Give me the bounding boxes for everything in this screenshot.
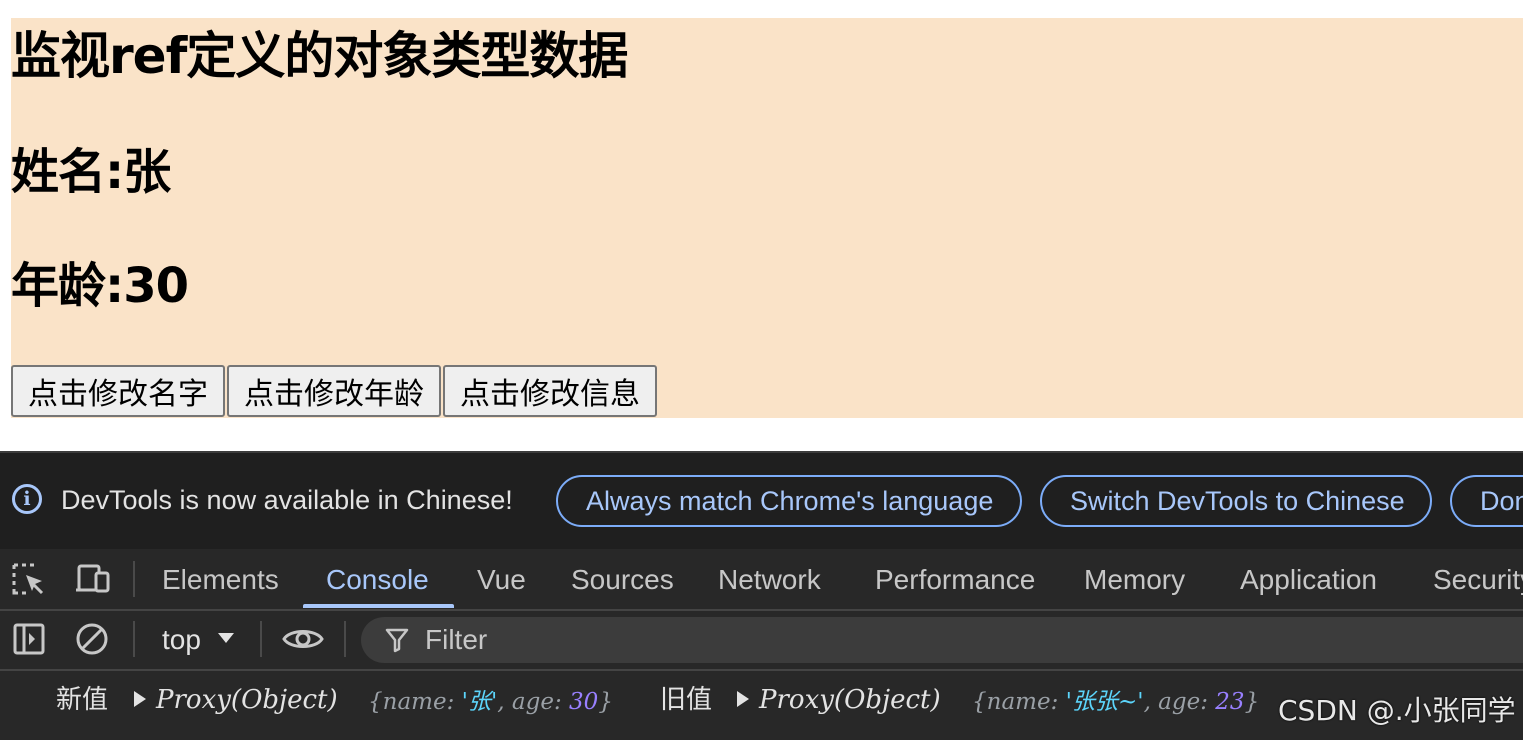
change-name-button[interactable]: 点击修改名字 bbox=[11, 365, 225, 417]
new-value-label: 新值 bbox=[56, 685, 109, 715]
page-title: 监视ref定义的对象类型数据 bbox=[11, 27, 628, 85]
tab-security[interactable]: Security bbox=[1433, 561, 1523, 599]
toolbar-divider bbox=[260, 621, 262, 657]
dont-show-again-button[interactable]: Don bbox=[1450, 475, 1523, 527]
tab-performance[interactable]: Performance bbox=[875, 561, 1035, 599]
eye-icon[interactable] bbox=[282, 623, 324, 655]
switch-to-chinese-button[interactable]: Switch DevTools to Chinese bbox=[1040, 475, 1432, 527]
old-value-preview: {name: '张张~', age: 23} bbox=[972, 689, 1260, 715]
sidebar-toggle-icon[interactable] bbox=[12, 623, 48, 655]
tab-network[interactable]: Network bbox=[718, 561, 821, 599]
toolbar-divider bbox=[133, 561, 135, 597]
button-row: 点击修改名字 点击修改年龄 点击修改信息 bbox=[11, 365, 659, 417]
tab-vue[interactable]: Vue bbox=[477, 561, 526, 599]
language-infobar: i DevTools is now available in Chinese! … bbox=[0, 453, 1523, 549]
console-toolbar: top Filter bbox=[0, 611, 1523, 671]
name-display: 姓名:张 bbox=[11, 144, 171, 200]
age-display: 年龄:30 bbox=[11, 258, 189, 314]
filter-icon bbox=[385, 628, 409, 653]
filter-input[interactable]: Filter bbox=[361, 617, 1523, 663]
old-value-object[interactable]: Proxy(Object) bbox=[737, 685, 941, 715]
vue-app-container: 监视ref定义的对象类型数据 姓名:张 年龄:30 点击修改名字 点击修改年龄 … bbox=[11, 18, 1523, 418]
tab-sources[interactable]: Sources bbox=[571, 561, 674, 599]
context-selector[interactable]: top bbox=[162, 621, 201, 659]
new-value-preview: {name: '张', age: 30} bbox=[368, 689, 613, 715]
change-age-button[interactable]: 点击修改年龄 bbox=[227, 365, 441, 417]
match-chrome-language-button[interactable]: Always match Chrome's language bbox=[556, 475, 1022, 527]
csdn-watermark: CSDN @.小张同学 bbox=[1278, 694, 1516, 727]
tab-elements[interactable]: Elements bbox=[162, 561, 279, 599]
device-toolbar-icon[interactable] bbox=[74, 563, 110, 595]
change-info-button[interactable]: 点击修改信息 bbox=[443, 365, 657, 417]
tab-memory[interactable]: Memory bbox=[1084, 561, 1185, 599]
inspect-element-icon[interactable] bbox=[12, 563, 48, 595]
toolbar-divider bbox=[344, 621, 346, 657]
tab-application[interactable]: Application bbox=[1240, 561, 1377, 599]
active-tab-indicator bbox=[303, 604, 454, 608]
expand-triangle-icon[interactable] bbox=[134, 690, 146, 707]
old-value-label: 旧值 bbox=[660, 685, 713, 715]
info-icon: i bbox=[12, 484, 42, 514]
toolbar-divider bbox=[133, 621, 135, 657]
new-value-object[interactable]: Proxy(Object) bbox=[134, 685, 338, 715]
clear-console-icon[interactable] bbox=[74, 623, 110, 655]
devtools-tabbar: Elements Console Vue Sources Network Per… bbox=[0, 549, 1523, 611]
infobar-message: DevTools is now available in Chinese! bbox=[61, 485, 513, 515]
chevron-down-icon[interactable] bbox=[218, 633, 234, 643]
tab-console[interactable]: Console bbox=[326, 561, 429, 599]
filter-placeholder: Filter bbox=[425, 624, 488, 655]
expand-triangle-icon[interactable] bbox=[737, 690, 749, 707]
